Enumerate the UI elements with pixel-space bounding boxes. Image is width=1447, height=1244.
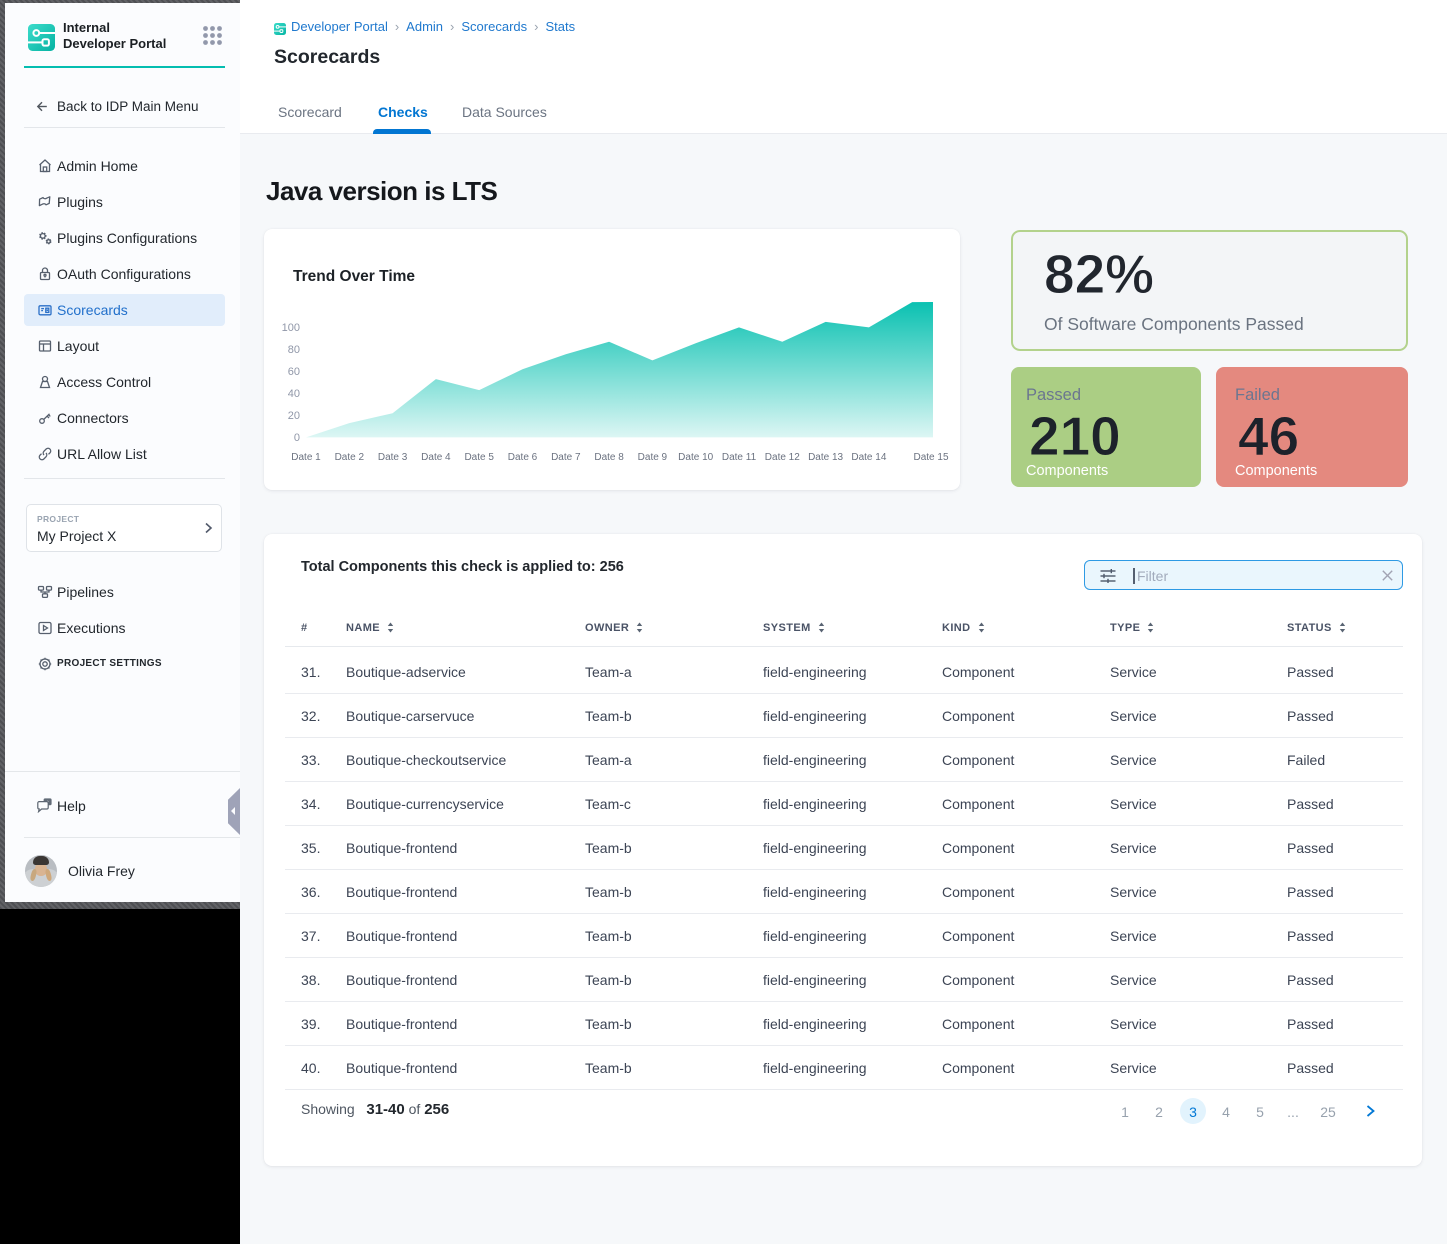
svg-text:20: 20 bbox=[288, 410, 300, 422]
svg-text:Date 9: Date 9 bbox=[638, 452, 668, 463]
svg-text:0: 0 bbox=[294, 432, 300, 444]
svg-text:Date 15: Date 15 bbox=[913, 452, 948, 463]
svg-text:Date 5: Date 5 bbox=[464, 452, 494, 463]
svg-text:Date 12: Date 12 bbox=[765, 452, 800, 463]
svg-text:Date 6: Date 6 bbox=[508, 452, 538, 463]
svg-text:40: 40 bbox=[288, 388, 300, 400]
svg-text:Date 13: Date 13 bbox=[808, 452, 843, 463]
svg-text:Date 3: Date 3 bbox=[378, 452, 408, 463]
svg-text:Date 4: Date 4 bbox=[421, 452, 451, 463]
svg-text:Date 11: Date 11 bbox=[722, 452, 757, 463]
svg-text:Date 14: Date 14 bbox=[851, 452, 886, 463]
svg-text:Date 7: Date 7 bbox=[551, 452, 581, 463]
svg-text:100: 100 bbox=[282, 322, 300, 334]
svg-text:Date 8: Date 8 bbox=[594, 452, 624, 463]
svg-text:Date 1: Date 1 bbox=[291, 452, 321, 463]
svg-text:80: 80 bbox=[288, 344, 300, 356]
svg-text:Date 2: Date 2 bbox=[335, 452, 365, 463]
svg-text:Date 10: Date 10 bbox=[678, 452, 713, 463]
svg-text:60: 60 bbox=[288, 366, 300, 378]
